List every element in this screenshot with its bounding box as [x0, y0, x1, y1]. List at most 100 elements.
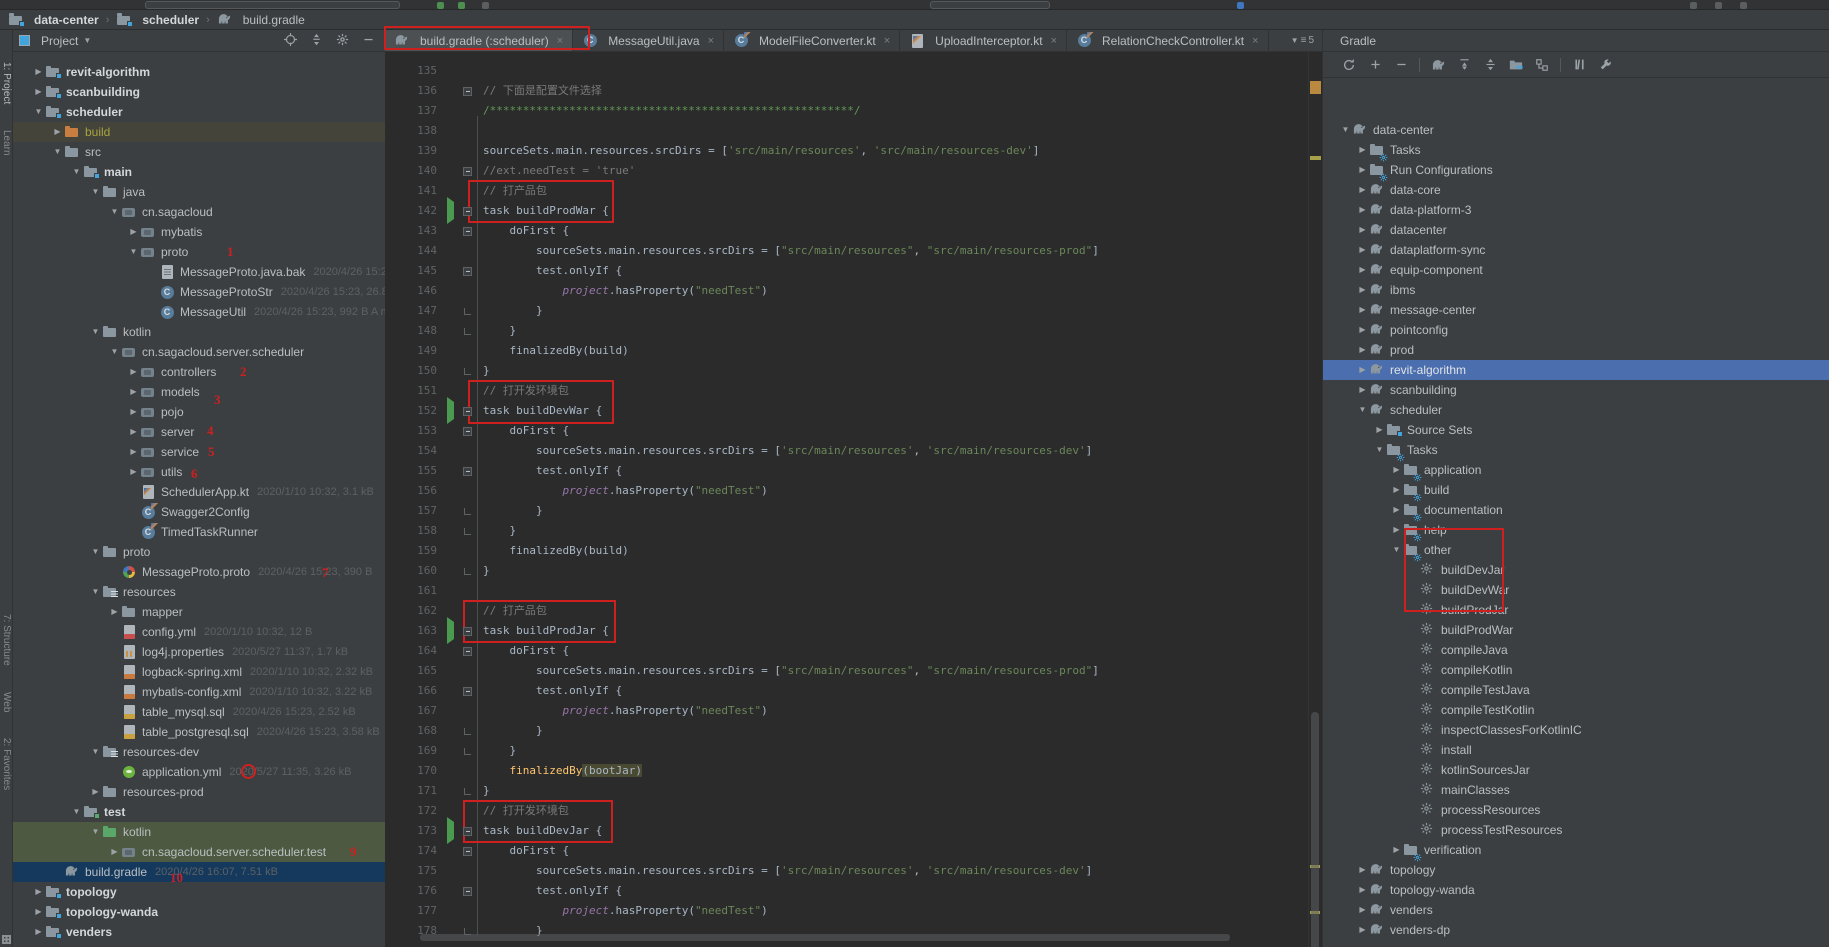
fold-marker-icon[interactable]: [463, 87, 472, 96]
toolbar-misc-icon-1[interactable]: [1690, 2, 1697, 9]
remove-icon[interactable]: [1393, 57, 1409, 73]
coverage-icon[interactable]: [482, 2, 489, 9]
tree-row[interactable]: ▶topology: [1323, 860, 1829, 880]
tree-toggle-icon[interactable]: ▶: [1356, 280, 1369, 300]
fold-marker-icon[interactable]: [463, 647, 472, 656]
tree-toggle-icon[interactable]: ▶: [1390, 460, 1403, 480]
tree-row[interactable]: MessageProto.proto2020/4/26 15:23, 390 B: [13, 562, 385, 582]
tree-row[interactable]: build.gradle2020/4/26 16:07, 7.51 kB: [13, 862, 385, 882]
tree-row[interactable]: ▼main: [13, 162, 385, 182]
tree-toggle-icon[interactable]: ▼: [89, 182, 102, 202]
tree-row[interactable]: processTestResources: [1323, 820, 1829, 840]
tree-row[interactable]: ▶mapper: [13, 602, 385, 622]
tool-window-button[interactable]: 7: Structure: [1, 614, 12, 666]
tree-toggle-icon[interactable]: ▶: [32, 922, 45, 942]
fold-marker-icon[interactable]: [463, 167, 472, 176]
collapse-all-icon[interactable]: [305, 33, 327, 49]
fold-marker-icon[interactable]: [463, 227, 472, 236]
sources-folder-icon[interactable]: [1508, 57, 1524, 73]
run-config-combo[interactable]: [145, 1, 400, 9]
tree-toggle-icon[interactable]: ▼: [108, 342, 121, 362]
tree-toggle-icon[interactable]: ▶: [127, 402, 140, 422]
run-task-icon[interactable]: [447, 197, 454, 224]
split-icon[interactable]: [1571, 57, 1587, 73]
tree-toggle-icon[interactable]: ▶: [1356, 380, 1369, 400]
editor-tab[interactable]: UploadInterceptor.kt×: [900, 30, 1067, 51]
tree-row[interactable]: ▶topology: [13, 882, 385, 902]
fold-marker-icon[interactable]: [463, 887, 472, 896]
tree-row[interactable]: SchedulerApp.kt2020/1/10 10:32, 3.1 kB: [13, 482, 385, 502]
toolbar-misc-icon-2[interactable]: [1715, 2, 1722, 9]
tree-row[interactable]: ▶controllers: [13, 362, 385, 382]
tree-row[interactable]: install: [1323, 740, 1829, 760]
tree-row[interactable]: ▶pointconfig: [1323, 320, 1829, 340]
tree-row[interactable]: ▶equip-component: [1323, 260, 1829, 280]
tree-row[interactable]: ▶pojo: [13, 402, 385, 422]
tree-toggle-icon[interactable]: ▼: [89, 322, 102, 342]
tree-toggle-icon[interactable]: ▶: [127, 422, 140, 442]
tree-toggle-icon[interactable]: ▶: [1356, 360, 1369, 380]
tree-row[interactable]: logback-spring.xml2020/1/10 10:32, 2.32 …: [13, 662, 385, 682]
editor-tab[interactable]: build.gradle (:scheduler)×: [385, 30, 573, 51]
tree-toggle-icon[interactable]: ▶: [1390, 480, 1403, 500]
tree-toggle-icon[interactable]: ▶: [1390, 520, 1403, 540]
tree-toggle-icon[interactable]: ▶: [1356, 860, 1369, 880]
fold-marker-icon[interactable]: [464, 308, 471, 315]
fold-marker-icon[interactable]: [463, 207, 472, 216]
tree-toggle-icon[interactable]: ▶: [1390, 500, 1403, 520]
toolbar-combo-2[interactable]: [930, 1, 1050, 9]
tree-row[interactable]: ▶build: [1323, 480, 1829, 500]
tree-row[interactable]: ▶data-core: [1323, 180, 1829, 200]
tree-row[interactable]: ▶mybatis: [13, 222, 385, 242]
tree-row[interactable]: ▶revit-algorithm: [1323, 360, 1829, 380]
fold-marker-icon[interactable]: [464, 508, 471, 515]
fold-marker-icon[interactable]: [463, 467, 472, 476]
tree-row[interactable]: buildDevWar: [1323, 580, 1829, 600]
tree-row[interactable]: ▶scanbuilding: [13, 82, 385, 102]
tree-toggle-icon[interactable]: ▶: [32, 62, 45, 82]
tree-row[interactable]: ▼resources: [13, 582, 385, 602]
tree-row[interactable]: ▼resources-dev: [13, 742, 385, 762]
tree-row[interactable]: compileJava: [1323, 640, 1829, 660]
tree-row[interactable]: ▶documentation: [1323, 500, 1829, 520]
tree-row[interactable]: compileKotlin: [1323, 660, 1829, 680]
tree-row[interactable]: ▼cn.sagacloud: [13, 202, 385, 222]
tree-toggle-icon[interactable]: ▶: [1356, 260, 1369, 280]
tree-toggle-icon[interactable]: ▶: [1356, 920, 1369, 940]
fold-marker-icon[interactable]: [464, 328, 471, 335]
fold-marker-icon[interactable]: [463, 827, 472, 836]
tree-toggle-icon[interactable]: ▼: [1339, 120, 1352, 140]
tree-row[interactable]: ▼java: [13, 182, 385, 202]
refresh-icon[interactable]: [1341, 57, 1357, 73]
fold-marker-icon[interactable]: [463, 427, 472, 436]
hidden-tabs-dropdown[interactable]: ▼≡5: [1283, 30, 1322, 51]
debug-icon[interactable]: [458, 2, 465, 9]
vcs-icon[interactable]: [1237, 2, 1244, 9]
tree-row[interactable]: ▼test: [13, 802, 385, 822]
tool-window-button[interactable]: Learn: [1, 130, 12, 156]
tree-row[interactable]: ▶application: [1323, 460, 1829, 480]
tree-row[interactable]: ▶Source Sets: [1323, 420, 1829, 440]
tool-window-button[interactable]: 2: Favorites: [1, 738, 12, 790]
tree-row[interactable]: ▶revit-algorithm: [13, 62, 385, 82]
tree-row[interactable]: ▶models: [13, 382, 385, 402]
fold-marker-icon[interactable]: [463, 627, 472, 636]
tree-toggle-icon[interactable]: ▼: [51, 142, 64, 162]
tree-toggle-icon[interactable]: ▼: [89, 742, 102, 762]
tree-toggle-icon[interactable]: ▶: [1356, 160, 1369, 180]
fold-marker-icon[interactable]: [464, 788, 471, 795]
tree-row[interactable]: mainClasses: [1323, 780, 1829, 800]
tree-row[interactable]: ▶venders-dp: [1323, 920, 1829, 940]
close-icon[interactable]: ×: [708, 35, 714, 47]
tree-row[interactable]: ▼kotlin: [13, 822, 385, 842]
fold-marker-icon[interactable]: [464, 728, 471, 735]
tree-toggle-icon[interactable]: ▶: [32, 882, 45, 902]
fold-marker-icon[interactable]: [464, 748, 471, 755]
tree-row[interactable]: ▶Tasks: [1323, 140, 1829, 160]
chevron-down-icon[interactable]: ▼: [83, 36, 91, 45]
tree-row[interactable]: ▼scheduler: [13, 102, 385, 122]
tree-toggle-icon[interactable]: ▶: [32, 82, 45, 102]
tree-row[interactable]: ▶data-platform-3: [1323, 200, 1829, 220]
tree-row[interactable]: ▶server: [13, 422, 385, 442]
project-panel-title[interactable]: Project: [41, 34, 78, 48]
